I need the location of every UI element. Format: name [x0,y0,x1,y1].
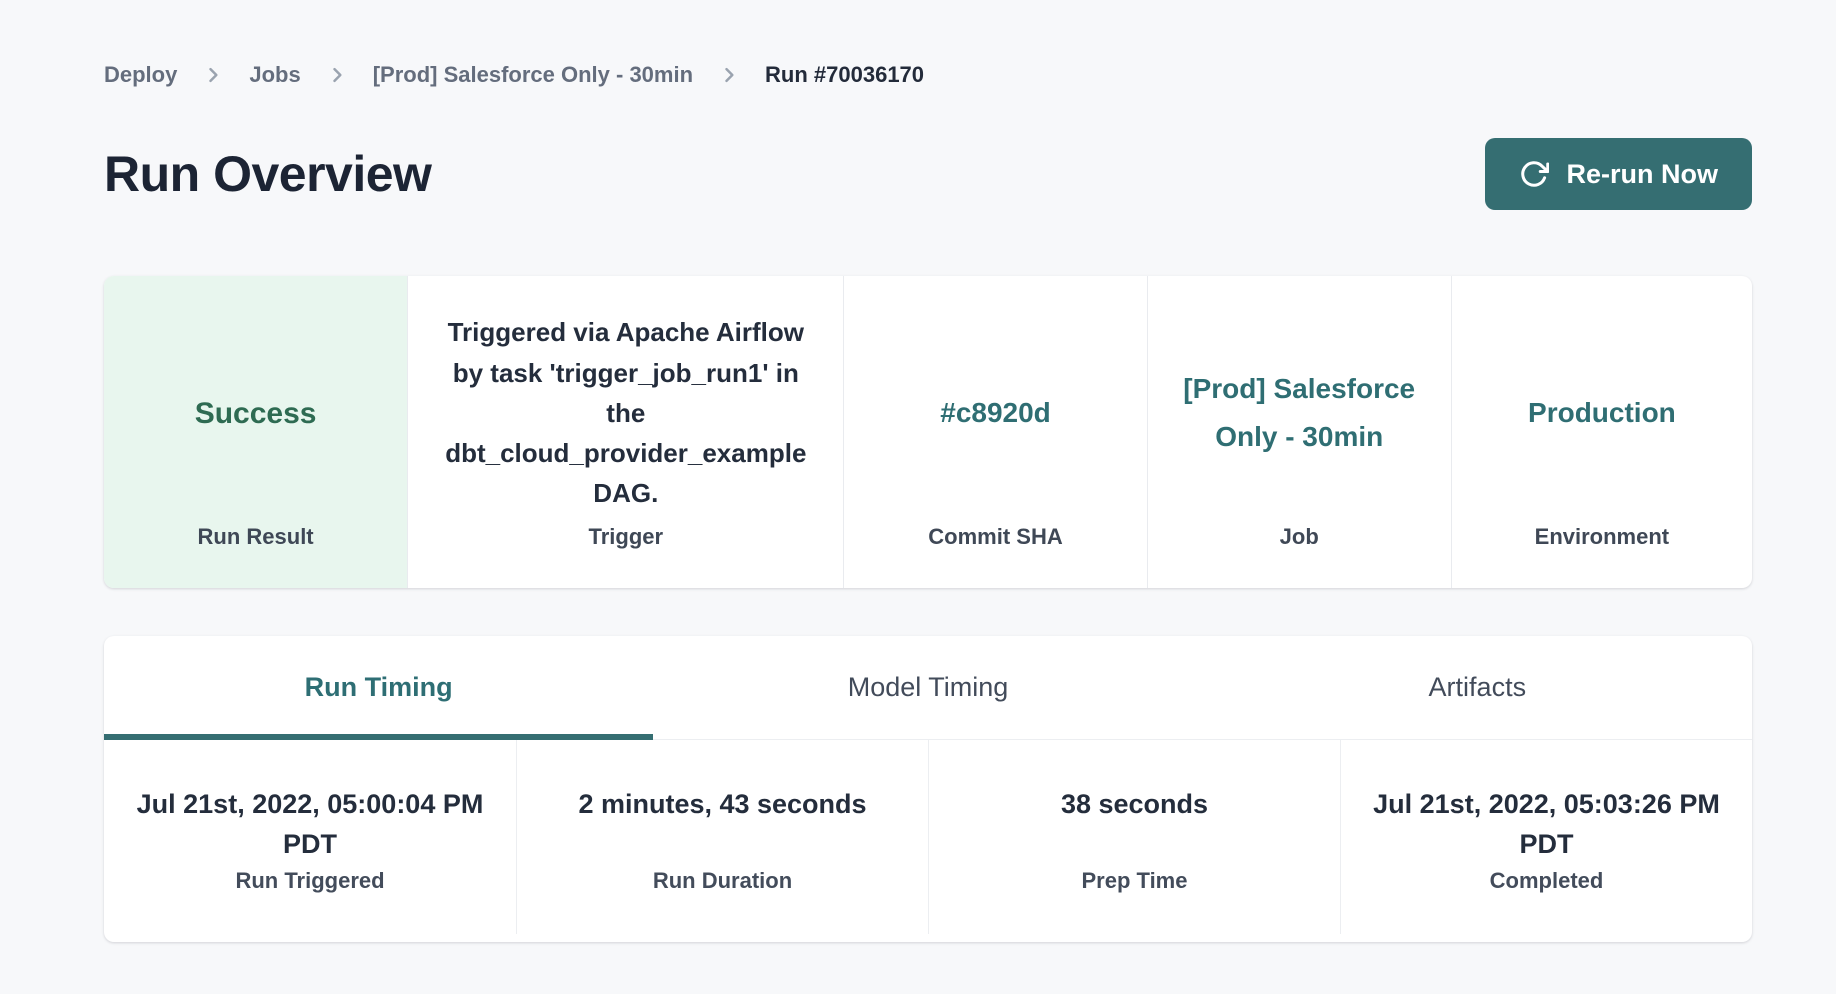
completed-value: Jul 21st, 2022, 05:03:26 PM PDT [1369,784,1724,864]
tab-model-timing[interactable]: Model Timing [653,636,1202,739]
breadcrumb-item-deploy[interactable]: Deploy [104,62,177,88]
breadcrumb-item-run-number: Run #70036170 [765,62,924,88]
run-timing-grid: Jul 21st, 2022, 05:00:04 PM PDT Run Trig… [104,740,1752,942]
run-duration-label: Run Duration [545,868,900,894]
rerun-now-button[interactable]: Re-run Now [1485,138,1753,210]
prep-time-value: 38 seconds [957,784,1312,864]
tab-artifacts[interactable]: Artifacts [1203,636,1752,739]
breadcrumb: Deploy Jobs [Prod] Salesforce Only - 30m… [104,0,1752,88]
run-result-card: Success Run Result [104,276,407,588]
run-overview-page: Deploy Jobs [Prod] Salesforce Only - 30m… [0,0,1836,942]
run-duration-value: 2 minutes, 43 seconds [545,784,900,864]
chevron-right-icon [327,65,347,85]
run-summary-cards: Success Run Result Triggered via Apache … [104,276,1752,588]
chevron-right-icon [719,65,739,85]
rerun-now-label: Re-run Now [1567,159,1719,190]
timing-panel: Run Timing Model Timing Artifacts Jul 21… [104,636,1752,942]
trigger-label: Trigger [408,524,843,588]
timing-tabs: Run Timing Model Timing Artifacts [104,636,1752,740]
trigger-value: Triggered via Apache Airflow by task 'tr… [432,312,819,513]
prep-time-cell: 38 seconds Prep Time [928,740,1340,934]
run-duration-cell: 2 minutes, 43 seconds Run Duration [516,740,928,934]
run-result-label: Run Result [104,524,407,588]
commit-sha-label: Commit SHA [844,524,1146,588]
chevron-right-icon [203,65,223,85]
job-label: Job [1148,524,1451,588]
run-triggered-cell: Jul 21st, 2022, 05:00:04 PM PDT Run Trig… [104,740,516,934]
rotate-cw-icon [1519,159,1549,189]
prep-time-label: Prep Time [957,868,1312,894]
breadcrumb-item-jobs[interactable]: Jobs [249,62,300,88]
trigger-card: Triggered via Apache Airflow by task 'tr… [407,276,843,588]
tab-run-timing[interactable]: Run Timing [104,636,653,739]
environment-card: Production Environment [1451,276,1752,588]
completed-cell: Jul 21st, 2022, 05:03:26 PM PDT Complete… [1340,740,1752,934]
environment-link[interactable]: Production [1528,389,1676,437]
run-triggered-label: Run Triggered [132,868,488,894]
job-link[interactable]: [Prod] Salesforce Only - 30min [1178,365,1421,460]
commit-sha-card: #c8920d Commit SHA [843,276,1146,588]
run-result-value: Success [195,391,317,436]
page-title: Run Overview [104,145,431,203]
environment-label: Environment [1452,524,1752,588]
job-card: [Prod] Salesforce Only - 30min Job [1147,276,1451,588]
commit-sha-link[interactable]: #c8920d [940,389,1051,437]
page-header: Run Overview Re-run Now [104,138,1752,210]
breadcrumb-item-job-name[interactable]: [Prod] Salesforce Only - 30min [373,62,693,88]
completed-label: Completed [1369,868,1724,894]
run-triggered-value: Jul 21st, 2022, 05:00:04 PM PDT [132,784,488,864]
